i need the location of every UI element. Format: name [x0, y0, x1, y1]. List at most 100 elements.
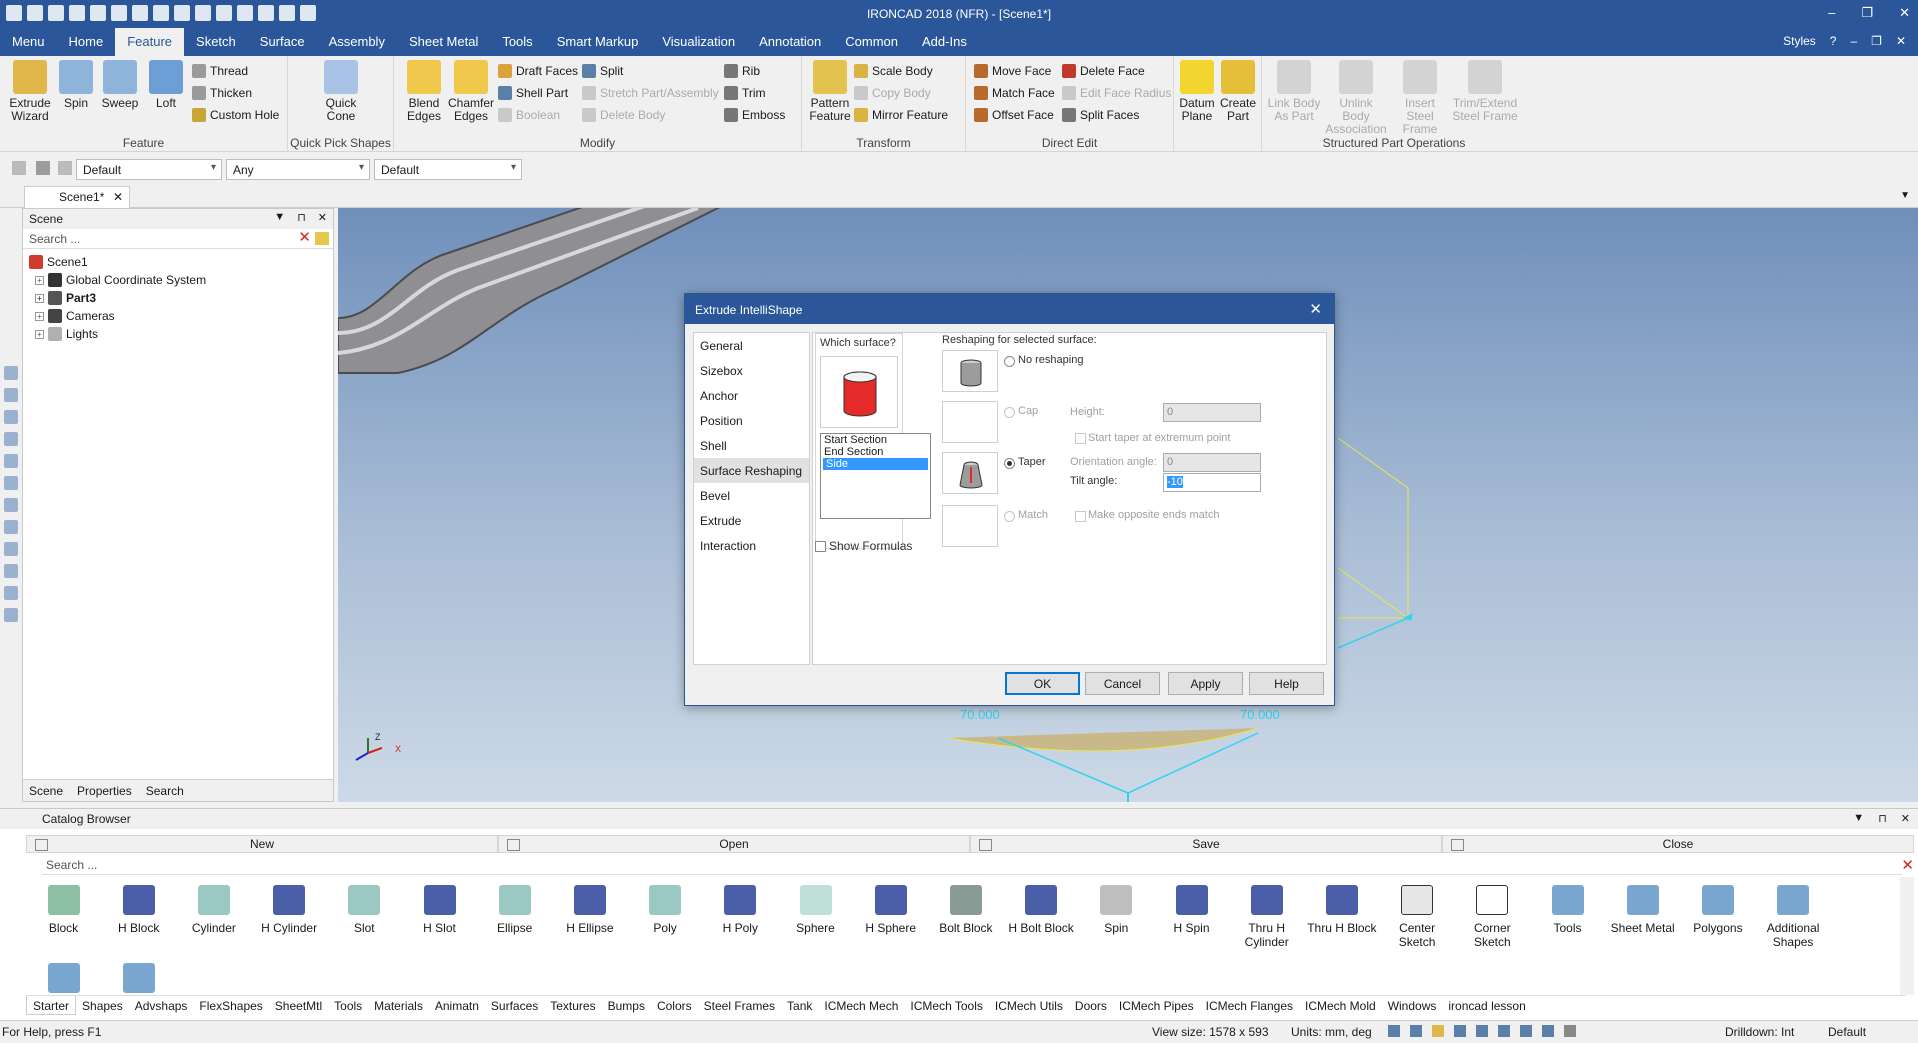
surface-listbox[interactable]: Start Section End Section Side [820, 433, 931, 519]
menu-home[interactable]: Home [57, 28, 116, 56]
cursor-icon[interactable] [36, 161, 50, 175]
delete-face-button[interactable]: Delete Face [1062, 62, 1145, 80]
style-combo-status[interactable]: Default [1828, 1025, 1866, 1039]
catalog-tab-advshaps[interactable]: Advshaps [129, 996, 194, 1015]
catalog-item-h-cylinder[interactable]: H Cylinder [252, 877, 327, 935]
catalog-item-bolt-block[interactable]: Bolt Block [928, 877, 1003, 935]
tilt-angle-field[interactable]: -10 [1163, 473, 1261, 492]
filter-icon[interactable] [58, 161, 72, 175]
catalog-item-h-sphere[interactable]: H Sphere [853, 877, 928, 935]
select-icon[interactable] [12, 161, 26, 175]
quick-cone-button[interactable]: Quick Cone [316, 60, 366, 123]
close-tab-icon[interactable]: ✕ [113, 190, 123, 204]
loft-button[interactable]: Loft [146, 60, 186, 110]
catalog-tab-icmech-pipes[interactable]: ICMech Pipes [1113, 996, 1200, 1015]
blend-edges-button[interactable]: Blend Edges [404, 60, 444, 123]
catalog-tab-materials[interactable]: Materials [368, 996, 429, 1015]
tab-list-icon[interactable]: ▼ [1900, 190, 1910, 201]
view-tool-icon[interactable] [4, 388, 18, 402]
catalog-item-corner-sketch[interactable]: Corner Sketch [1455, 877, 1530, 949]
expand-icon[interactable]: + [35, 275, 44, 285]
expand-icon[interactable]: + [35, 311, 44, 321]
dimension-label[interactable]: 70.000 [960, 707, 1000, 722]
apply-button[interactable]: Apply [1168, 672, 1243, 695]
menu-feature[interactable]: Feature [115, 28, 185, 56]
catalog-item-h-slot[interactable]: H Slot [402, 877, 477, 935]
menu-annotation[interactable]: Annotation [747, 28, 833, 56]
catalog-tab-icmech-mold[interactable]: ICMech Mold [1299, 996, 1382, 1015]
render-mode-icon[interactable] [1454, 1025, 1466, 1037]
dropdown-icon[interactable]: ▼ [274, 211, 285, 224]
surface-option-start[interactable]: Start Section [821, 434, 930, 446]
make-opposite-checkbox[interactable] [1075, 511, 1086, 522]
catalog-tab-ironcad-lesson[interactable]: ironcad lesson [1442, 996, 1531, 1015]
drilldown-combo[interactable]: Drilldown: Int [1725, 1025, 1794, 1039]
surface-option-end[interactable]: End Section [821, 446, 930, 458]
catalog-item-spin[interactable]: Spin [1079, 877, 1154, 935]
close-doc-icon[interactable]: ✕ [1896, 34, 1906, 48]
catalog-scrollbar[interactable] [1900, 877, 1914, 995]
dialog-nav-interaction[interactable]: Interaction [694, 533, 809, 558]
style-combo[interactable]: Default [76, 159, 222, 180]
create-part-button[interactable]: Create Part [1218, 60, 1258, 123]
surface-option-side[interactable]: Side [823, 458, 928, 470]
view-tool-icon[interactable] [4, 608, 18, 622]
chamfer-edges-button[interactable]: Chamfer Edges [448, 60, 494, 123]
view-tool-icon[interactable] [4, 542, 18, 556]
tab-properties[interactable]: Properties [77, 784, 132, 798]
catalog-item-h-block[interactable]: H Block [101, 877, 176, 935]
help-button[interactable]: Help [1249, 672, 1324, 695]
catalog-tab-sheetmtl[interactable]: SheetMtl [269, 996, 328, 1015]
catalog-open-button[interactable]: Open [498, 835, 970, 853]
view-tool-icon[interactable] [4, 454, 18, 468]
catalog-tab-shapes[interactable]: Shapes [76, 996, 129, 1015]
catalog-tab-starter[interactable]: Starter [26, 996, 77, 1015]
catalog-item-thru-h-cylinder[interactable]: Thru H Cylinder [1229, 877, 1304, 949]
catalog-item-h-poly[interactable]: H Poly [703, 877, 778, 935]
catalog-item-thru-h-block[interactable]: Thru H Block [1304, 877, 1379, 935]
render-combo[interactable]: Default [374, 159, 522, 180]
start-taper-checkbox[interactable] [1075, 433, 1086, 444]
catalog-tab-textures[interactable]: Textures [544, 996, 601, 1015]
close-panel-icon[interactable]: ✕ [318, 211, 327, 224]
help-icon[interactable]: ? [1830, 34, 1837, 48]
dialog-nav-position[interactable]: Position [694, 408, 809, 433]
tree-item-scene1[interactable]: Scene1 [29, 253, 327, 271]
dialog-nav-anchor[interactable]: Anchor [694, 383, 809, 408]
tree-item-cameras[interactable]: + Cameras [29, 307, 327, 325]
catalog-new-button[interactable]: New [26, 835, 498, 853]
catalog-tab-windows[interactable]: Windows [1382, 996, 1443, 1015]
filter-combo[interactable]: Any [226, 159, 370, 180]
dialog-nav-general[interactable]: General [694, 333, 809, 358]
minimize-button[interactable]: – [1828, 5, 1835, 21]
catalog-tab-animatn[interactable]: Animatn [429, 996, 485, 1015]
tab-search[interactable]: Search [146, 784, 184, 798]
spin-button[interactable]: Spin [56, 60, 96, 110]
tree-item-global-coordinate-system[interactable]: + Global Coordinate System [29, 271, 327, 289]
catalog-search-input[interactable]: Search ... [42, 855, 1902, 875]
zoom-window-icon[interactable] [1410, 1025, 1422, 1037]
display-icon[interactable] [1520, 1025, 1532, 1037]
close-window-button[interactable]: ✕ [1899, 5, 1910, 21]
catalog-item-h-ellipse[interactable]: H Ellipse [552, 877, 627, 935]
view-tool-icon[interactable] [4, 564, 18, 578]
menu-sheet-metal[interactable]: Sheet Metal [397, 28, 490, 56]
catalog-folder-item[interactable] [26, 955, 101, 999]
catalog-tab-icmech-flanges[interactable]: ICMech Flanges [1200, 996, 1299, 1015]
catalog-tab-icmech-mech[interactable]: ICMech Mech [818, 996, 904, 1015]
catalog-tab-flexshapes[interactable]: FlexShapes [193, 996, 268, 1015]
view-tool-icon[interactable] [4, 476, 18, 490]
menu-tools[interactable]: Tools [490, 28, 544, 56]
link-body-button[interactable]: Link Body As Part [1266, 60, 1322, 123]
match-face-button[interactable]: Match Face [974, 84, 1055, 102]
tab-scene1[interactable]: Scene1* ✕ [24, 186, 130, 208]
orientation-angle-field[interactable]: 0 [1163, 453, 1261, 472]
unlink-body-button[interactable]: Unlink Body Association [1324, 60, 1388, 136]
catalog-item-tools[interactable]: Tools [1530, 877, 1605, 935]
clear-catalog-search-icon[interactable]: ✕ [1901, 856, 1914, 874]
menu-assembly[interactable]: Assembly [317, 28, 397, 56]
scale-body-button[interactable]: Scale Body [854, 62, 933, 80]
taper-radio[interactable] [1004, 458, 1015, 469]
sweep-button[interactable]: Sweep [99, 60, 141, 110]
zoom-icon[interactable] [1388, 1025, 1400, 1037]
